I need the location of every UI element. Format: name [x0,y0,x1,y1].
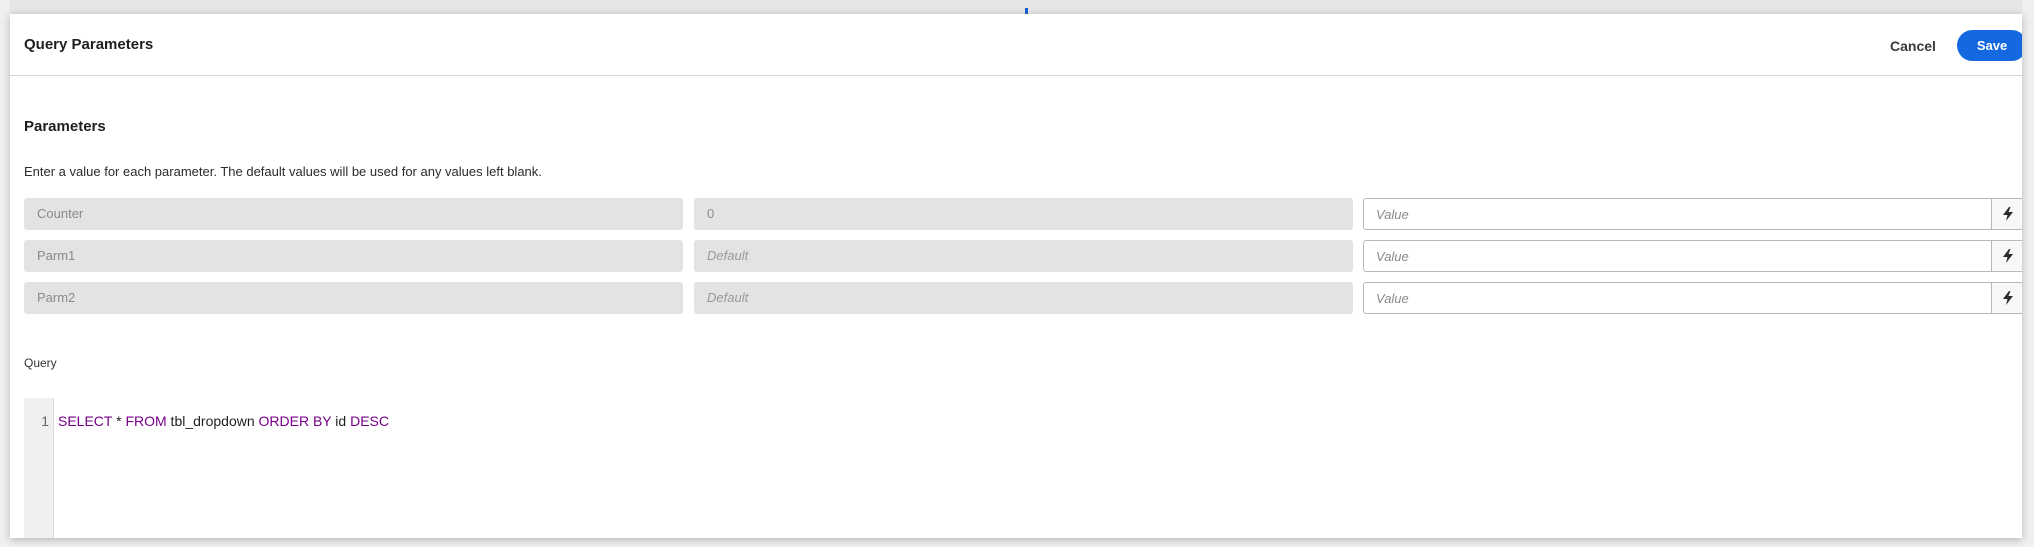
parameter-value-group [1363,198,2022,230]
parameter-row-parm2: Parm2 Default [24,282,2022,314]
lightning-bolt-icon [2002,207,2013,221]
parameter-value-input[interactable] [1364,283,1992,313]
parameters-heading: Parameters [24,118,106,135]
token-column: id [331,413,351,429]
cancel-button[interactable]: Cancel [1884,33,1942,59]
parameter-name-field: Parm1 [24,240,683,272]
code-line[interactable]: SELECT * FROM tbl_dropdown ORDER BY id D… [58,413,389,429]
token-table: tbl_dropdown [166,413,259,429]
parameter-default-field: Default [694,240,1353,272]
parameter-default: Default [707,248,749,263]
parameter-name: Parm2 [37,290,76,305]
line-number: 1 [41,413,49,429]
dialog-title: Query Parameters [24,36,154,53]
save-button[interactable]: Save [1957,30,2022,61]
background-page-strip [10,0,2022,15]
insert-variable-button[interactable] [1991,283,2022,313]
token-star: * [112,413,126,429]
parameters-description: Enter a value for each parameter. The de… [24,164,542,179]
parameter-default: 0 [707,206,715,221]
parameter-name-field: Parm2 [24,282,683,314]
parameter-row-counter: Counter 0 [24,198,2022,230]
query-parameters-dialog: Query Parameters Cancel Save Parameters … [10,14,2022,538]
parameter-default-field: Default [694,282,1353,314]
parameter-row-parm1: Parm1 Default [24,240,2022,272]
lightning-bolt-icon [2002,291,2013,305]
parameter-value-group [1363,240,2022,272]
dialog-header: Query Parameters Cancel Save [10,14,2022,76]
parameter-default-field: 0 [694,198,1353,230]
keyword-desc: DESC [350,413,389,429]
line-number-gutter: 1 [24,398,54,538]
parameter-name: Counter [37,206,84,221]
parameter-default: Default [707,290,749,305]
query-editor[interactable]: 1 SELECT * FROM tbl_dropdown ORDER BY id… [24,398,2022,538]
lightning-bolt-icon [2002,249,2013,263]
parameter-name: Parm1 [37,248,76,263]
parameter-value-group [1363,282,2022,314]
parameter-name-field: Counter [24,198,683,230]
insert-variable-button[interactable] [1991,241,2022,271]
insert-variable-button[interactable] [1991,199,2022,229]
keyword-from: FROM [125,413,167,429]
parameter-value-input[interactable] [1364,241,1992,271]
parameter-value-input[interactable] [1364,199,1992,229]
query-label: Query [24,356,57,370]
keyword-select: SELECT [58,413,113,429]
keyword-order-by: ORDER BY [258,413,332,429]
